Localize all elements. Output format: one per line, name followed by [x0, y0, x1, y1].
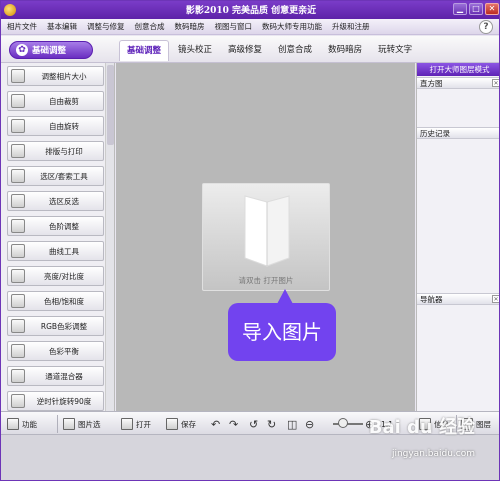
menu-darkroom[interactable]: 数码暗房: [175, 21, 205, 32]
watermark-brand: Bai du 经验: [368, 417, 475, 438]
tab-lens-correction[interactable]: 镜头校正: [171, 40, 219, 61]
minimize-icon[interactable]: ▁: [453, 3, 467, 15]
hue-icon: [11, 294, 25, 308]
tool-panel-scrollbar[interactable]: [105, 63, 114, 411]
tab-basic-adjust[interactable]: 基础调整: [119, 40, 170, 61]
menu-adjust[interactable]: 调整与修复: [87, 21, 125, 32]
gear-icon: ✿: [16, 44, 28, 56]
histogram-section[interactable]: 直方图 ✕: [417, 77, 499, 89]
tool-crop[interactable]: 自由裁剪: [7, 91, 104, 111]
history-label: 历史记录: [420, 129, 450, 138]
menu-master[interactable]: 数码大师专用功能: [262, 21, 322, 32]
save-button[interactable]: 保存: [166, 416, 196, 432]
tab-digital-darkroom[interactable]: 数码暗房: [321, 40, 369, 61]
tab-list: 基础调整 镜头校正 高级修复 创意合成 数码暗房 玩转文字: [119, 40, 421, 61]
title-bar: 影影2010 完美品质 创意更亲近 ▁ □ ✕: [1, 1, 499, 19]
image-canvas[interactable]: 请双击 打开图片 导入图片: [116, 63, 415, 411]
zoom-slider-knob[interactable]: [338, 418, 348, 428]
import-hint: 请双击 打开图片: [238, 276, 294, 285]
camera-icon: [121, 418, 133, 430]
redo-icon[interactable]: ↷: [229, 416, 241, 432]
curves-icon: [11, 244, 25, 258]
window-title: 影影2010 完美品质 创意更亲近: [185, 6, 317, 16]
compare-icon[interactable]: ◫: [287, 416, 299, 432]
tab-bar: ✿ 基础调整 基础调整 镜头校正 高级修复 创意合成 数码暗房 玩转文字: [1, 36, 499, 63]
save-icon: [166, 418, 178, 430]
tool-rgb[interactable]: RGB色彩调整: [7, 316, 104, 336]
basic-mode-label: 基础调整: [32, 46, 67, 56]
scrollbar-thumb[interactable]: [107, 65, 114, 145]
channel-icon: [11, 369, 25, 383]
open-button[interactable]: 打开: [121, 416, 151, 432]
rotate-right-icon[interactable]: ↻: [267, 416, 279, 432]
zoom-out-icon[interactable]: ⊖: [305, 416, 317, 432]
tool-rotate-ccw[interactable]: 逆时针旋转90度: [7, 391, 104, 411]
rotate-icon: [11, 119, 25, 133]
tool-panel: 调整相片大小 自由裁剪 自由旋转 排版与打印 选区/套索工具 选区反选 色阶调整…: [1, 63, 115, 411]
right-panel: 打开大师图层模式 直方图 ✕ 历史记录 导航器 ✕: [416, 63, 499, 411]
separator: [57, 415, 58, 433]
tab-text[interactable]: 玩转文字: [371, 40, 419, 61]
tool-color-balance[interactable]: 色彩平衡: [7, 341, 104, 361]
rgb-icon: [11, 319, 25, 333]
basic-mode-button[interactable]: ✿ 基础调整: [9, 41, 93, 59]
resize-icon: [11, 69, 25, 83]
panel-icon: [7, 418, 19, 430]
tool-brightness[interactable]: 亮度/对比度: [7, 266, 104, 286]
menu-creative[interactable]: 创意合成: [135, 21, 165, 32]
selection-icon: [11, 194, 25, 208]
close-icon[interactable]: ✕: [485, 3, 499, 15]
tool-rotate[interactable]: 自由旋转: [7, 116, 104, 136]
maximize-icon[interactable]: □: [469, 3, 483, 15]
tool-invert-selection[interactable]: 选区反选: [7, 191, 104, 211]
app-window: 影影2010 完美品质 创意更亲近 ▁ □ ✕ 相片文件 基本编辑 调整与修复 …: [0, 0, 500, 481]
menu-edit[interactable]: 基本编辑: [47, 21, 77, 32]
master-layer-mode-button[interactable]: 打开大师图层模式: [417, 63, 499, 76]
close-icon[interactable]: ✕: [492, 79, 499, 87]
history-section[interactable]: 历史记录: [417, 127, 499, 139]
navigator-label: 导航器: [420, 295, 443, 304]
callout-pointer: [277, 289, 293, 304]
close-icon[interactable]: ✕: [492, 295, 499, 303]
levels-icon: [11, 219, 25, 233]
tool-lasso[interactable]: 选区/套索工具: [7, 166, 104, 186]
printer-icon: [11, 144, 25, 158]
import-image-callout: 导入图片: [228, 303, 336, 361]
tool-curves[interactable]: 曲线工具: [7, 241, 104, 261]
lasso-icon: [11, 169, 25, 183]
balance-icon: [11, 344, 25, 358]
crop-icon: [11, 94, 25, 108]
filmstrip-button[interactable]: 图片选: [63, 416, 101, 432]
tool-resize[interactable]: 调整相片大小: [7, 66, 104, 86]
menu-view[interactable]: 视图与窗口: [215, 21, 253, 32]
menu-bar: 相片文件 基本编辑 调整与修复 创意合成 数码暗房 视图与窗口 数码大师专用功能…: [1, 19, 499, 35]
import-image-area[interactable]: 请双击 打开图片: [202, 183, 330, 291]
histogram-label: 直方图: [420, 79, 443, 88]
rotate-ccw-icon: [11, 394, 25, 408]
features-button[interactable]: 功能: [7, 416, 37, 432]
tab-advanced-repair[interactable]: 高级修复: [221, 40, 269, 61]
rotate-left-icon[interactable]: ↺: [249, 416, 261, 432]
tool-hue-saturation[interactable]: 色相/饱和度: [7, 291, 104, 311]
tool-levels[interactable]: 色阶调整: [7, 216, 104, 236]
tool-print[interactable]: 排版与打印: [7, 141, 104, 161]
window-controls: ▁ □ ✕: [453, 3, 499, 15]
tool-channel-mixer[interactable]: 通道混合器: [7, 366, 104, 386]
tab-creative-compose[interactable]: 创意合成: [271, 40, 319, 61]
help-icon[interactable]: ?: [479, 20, 493, 34]
undo-icon[interactable]: ↶: [211, 416, 223, 432]
filmstrip-icon: [63, 418, 75, 430]
document-icon: [244, 195, 290, 267]
menu-upgrade[interactable]: 升级和注册: [332, 21, 370, 32]
menu-file[interactable]: 相片文件: [7, 21, 37, 32]
navigator-section[interactable]: 导航器 ✕: [417, 293, 499, 305]
watermark-url: jingyan.baidu.com: [391, 449, 475, 459]
brightness-icon: [11, 269, 25, 283]
